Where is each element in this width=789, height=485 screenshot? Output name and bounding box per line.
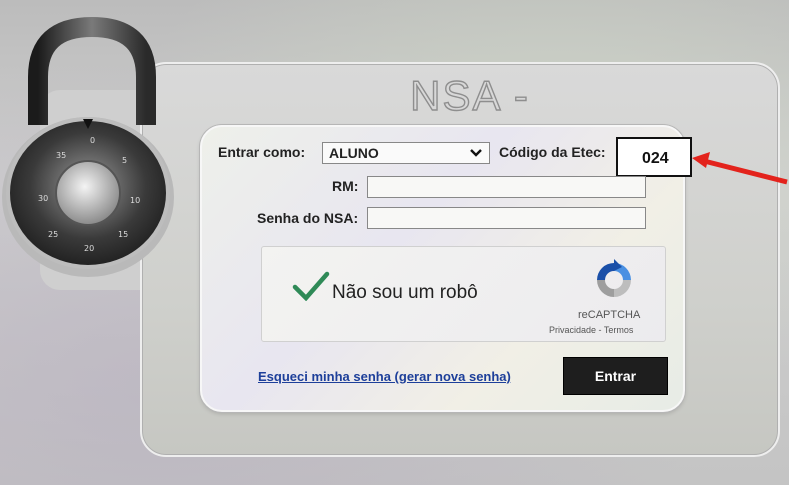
checkmark-icon[interactable]: [292, 271, 330, 301]
svg-text:30: 30: [38, 194, 48, 203]
role-select-value: ALUNO: [329, 145, 379, 161]
red-arrow-annotation: [692, 152, 788, 185]
svg-text:25: 25: [48, 230, 58, 239]
role-select[interactable]: ALUNO: [322, 142, 490, 164]
etec-code-label: Código da Etec:: [499, 144, 606, 160]
recaptcha-widget[interactable]: Não sou um robô reCAPTCHA Privacidade - …: [261, 246, 666, 342]
forgot-password-link[interactable]: Esqueci minha senha (gerar nova senha): [258, 369, 511, 384]
recaptcha-logo-icon: [597, 259, 631, 297]
etec-code-input[interactable]: 024: [616, 137, 692, 177]
chevron-down-icon: [469, 143, 483, 166]
recaptcha-brand: reCAPTCHA: [578, 309, 641, 321]
password-label: Senha do NSA:: [257, 210, 359, 226]
login-button[interactable]: Entrar: [563, 357, 668, 395]
svg-text:15: 15: [118, 230, 128, 239]
svg-text:35: 35: [56, 151, 66, 160]
recaptcha-links[interactable]: Privacidade - Termos: [549, 325, 633, 335]
svg-text:20: 20: [84, 244, 94, 253]
svg-text:0: 0: [90, 136, 95, 145]
padlock-icon: 35 0 5 10 15 20 25 30: [2, 16, 174, 277]
login-screen: 35 0 5 10 15 20 25 30 NSA - ONLINE Entra…: [0, 0, 789, 485]
role-label: Entrar como:: [218, 144, 306, 160]
rm-label: RM:: [332, 178, 359, 194]
recaptcha-checkbox-label: Não sou um robô: [332, 282, 478, 303]
svg-text:10: 10: [130, 196, 140, 205]
svg-text:5: 5: [122, 156, 127, 165]
rm-input[interactable]: [367, 176, 646, 198]
password-input[interactable]: [367, 207, 646, 229]
